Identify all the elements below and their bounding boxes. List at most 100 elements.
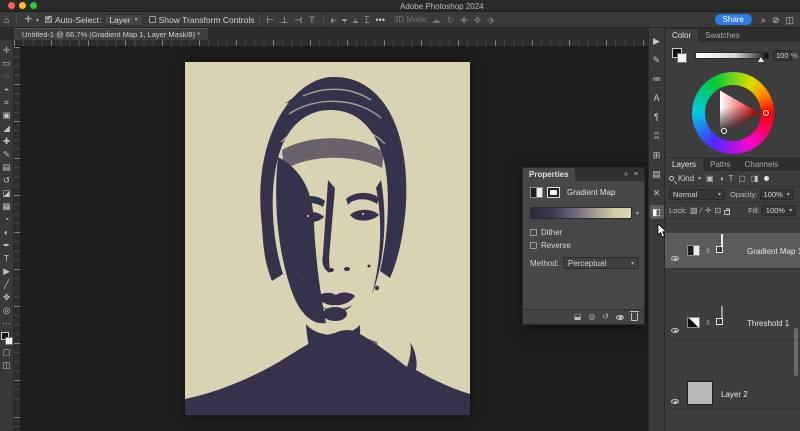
properties-panel-icon[interactable]: ◧ bbox=[649, 205, 664, 219]
object-selection-tool-icon[interactable]: ⌖ bbox=[1, 83, 13, 96]
adjustments-panel-icon[interactable]: ▤ bbox=[650, 167, 664, 181]
lock-all-icon[interactable] bbox=[724, 207, 731, 215]
distribute-center-icon[interactable]: ⫨ bbox=[353, 12, 358, 28]
close-window-button[interactable] bbox=[8, 2, 15, 9]
view-previous-state-icon[interactable]: ◎ bbox=[588, 312, 595, 322]
actions-panel-icon[interactable]: ▶ bbox=[650, 34, 664, 48]
lock-pixels-icon[interactable]: ∕ bbox=[701, 206, 702, 215]
saturation-triangle[interactable] bbox=[705, 85, 761, 141]
layer-mask-thumbnail[interactable]: ▫ bbox=[716, 234, 723, 253]
layer-row-threshold[interactable]: ∞ ▫ Threshold 1 bbox=[665, 305, 800, 341]
lock-transparency-icon[interactable]: ▨ bbox=[690, 206, 698, 215]
layer-mask-thumbnail[interactable]: ▫ bbox=[716, 306, 723, 325]
eraser-tool-icon[interactable]: ◪ bbox=[1, 187, 13, 200]
healing-brush-tool-icon[interactable]: ✚ bbox=[1, 135, 13, 148]
visibility-eye-icon[interactable] bbox=[671, 399, 679, 404]
panel-color-swatches[interactable] bbox=[672, 48, 688, 64]
shape-tool-icon[interactable]: ╱ bbox=[1, 278, 13, 291]
delete-adjustment-icon[interactable] bbox=[630, 311, 639, 321]
layer-visibility-icon[interactable] bbox=[616, 314, 624, 320]
dither-checkbox[interactable] bbox=[530, 229, 537, 236]
dodge-tool-icon[interactable]: ◐ bbox=[1, 226, 13, 239]
glyphs-panel-icon[interactable]: ʭ bbox=[650, 129, 664, 143]
lock-position-icon[interactable]: ✛ bbox=[705, 206, 712, 215]
pen-tool-icon[interactable]: ✒ bbox=[1, 239, 13, 252]
properties-titlebar[interactable]: Properties » ≡ bbox=[523, 168, 644, 181]
hue-ring-marker[interactable] bbox=[763, 110, 769, 116]
brushes-panel-icon[interactable]: ≔ bbox=[650, 72, 664, 86]
visibility-eye-icon[interactable] bbox=[671, 328, 679, 333]
tab-channels[interactable]: Channels bbox=[737, 158, 785, 171]
crop-tool-icon[interactable]: ⌗ bbox=[1, 96, 13, 109]
collapse-panel-icon[interactable]: » ≡ bbox=[624, 171, 644, 178]
screen-mode-icon[interactable]: ◫ bbox=[1, 359, 13, 372]
brush-tool-icon[interactable]: ✎ bbox=[1, 148, 13, 161]
reverse-checkbox[interactable] bbox=[530, 242, 537, 249]
move-tool-preset-icon[interactable]: ✛ ▾ bbox=[24, 11, 39, 29]
document-tab[interactable]: Untitled-1 @ 66.7% (Gradient Map 1, Laye… bbox=[14, 28, 209, 40]
filter-kind-value[interactable]: Kind bbox=[678, 174, 694, 183]
clone-stamp-tool-icon[interactable]: ▤ bbox=[1, 161, 13, 174]
layer-filter-toggle[interactable] bbox=[764, 176, 770, 181]
tab-swatches[interactable]: Swatches bbox=[698, 29, 747, 42]
info-panel-icon[interactable]: ✕ bbox=[650, 186, 664, 200]
tab-layers[interactable]: Layers bbox=[665, 158, 704, 171]
document-canvas[interactable] bbox=[185, 62, 470, 415]
workspace-switcher-icon[interactable]: ◫ bbox=[785, 12, 794, 28]
properties-tab[interactable]: Properties bbox=[523, 168, 575, 181]
opacity-dropdown[interactable]: 100% ▾ bbox=[759, 189, 794, 200]
layer-thumbnail[interactable] bbox=[687, 381, 713, 405]
zoom-tool-icon[interactable]: ◎ bbox=[1, 304, 13, 317]
reset-defaults-icon[interactable]: ↺ bbox=[602, 312, 609, 322]
brightness-slider[interactable] bbox=[695, 52, 769, 62]
frame-tool-icon[interactable]: ▣ bbox=[1, 109, 13, 122]
method-dropdown[interactable]: Perceptual ▾ bbox=[562, 257, 639, 269]
zoom-window-button[interactable] bbox=[30, 2, 37, 9]
tab-paths[interactable]: Paths bbox=[703, 158, 737, 171]
layer-row-layer2[interactable]: Layer 2 bbox=[665, 377, 800, 410]
align-canvas-icon[interactable]: ⌶ bbox=[364, 12, 369, 28]
character-panel-icon[interactable]: A bbox=[650, 91, 664, 105]
filter-type-layers-icon[interactable]: T bbox=[728, 174, 733, 183]
edit-toolbar-icon[interactable]: ⋯ bbox=[1, 317, 13, 330]
distribute-v-icon[interactable]: ⫧ bbox=[342, 12, 347, 28]
filter-smart-objects-icon[interactable]: ◨ bbox=[751, 174, 759, 183]
brush-settings-panel-icon[interactable]: ✎ bbox=[650, 53, 664, 67]
path-selection-tool-icon[interactable]: ▶ bbox=[1, 265, 13, 278]
layer-row-gradient-map[interactable]: ∞ ▫ Gradient Map 1 bbox=[665, 233, 800, 269]
blur-tool-icon[interactable]: ◔ bbox=[1, 213, 13, 226]
search-icon[interactable]: ⌕ bbox=[761, 12, 766, 28]
home-icon[interactable]: ⌂ bbox=[4, 12, 9, 28]
slider-marker[interactable] bbox=[758, 57, 764, 62]
layers-scrollbar[interactable] bbox=[794, 328, 798, 376]
layer-name[interactable]: Layer 2 bbox=[721, 390, 748, 399]
align-right-icon[interactable]: ⊣ bbox=[294, 12, 302, 28]
filter-pixel-layers-icon[interactable]: ▣ bbox=[706, 174, 714, 183]
filter-adjustment-layers-icon[interactable]: ◑ bbox=[719, 174, 724, 183]
lock-artboard-icon[interactable]: ⊡ bbox=[715, 206, 722, 215]
background-color-swatch[interactable] bbox=[677, 53, 687, 63]
clip-to-layer-icon[interactable]: ⬓ bbox=[574, 312, 582, 322]
filter-shape-layers-icon[interactable]: ▢ bbox=[738, 174, 746, 183]
gradient-tool-icon[interactable]: ▦ bbox=[1, 200, 13, 213]
color-swatches-control[interactable] bbox=[0, 332, 13, 346]
more-align-options-icon[interactable]: ••• bbox=[376, 12, 385, 28]
tab-color[interactable]: Color bbox=[665, 29, 699, 42]
align-top-icon[interactable]: ⊤ bbox=[308, 12, 316, 28]
type-tool-icon[interactable]: T bbox=[1, 252, 13, 265]
lasso-tool-icon[interactable]: ◌ bbox=[1, 70, 13, 83]
eyedropper-tool-icon[interactable]: ◢ bbox=[1, 122, 13, 135]
fill-dropdown[interactable]: 100% ▾ bbox=[761, 205, 796, 216]
move-tool-icon[interactable]: ✛ bbox=[1, 44, 13, 57]
auto-select-dropdown[interactable]: Layer ▾ bbox=[104, 13, 143, 26]
gradient-preview[interactable] bbox=[530, 207, 632, 219]
align-center-h-icon[interactable]: ⊥ bbox=[280, 12, 288, 28]
brightness-value[interactable]: 100 bbox=[773, 50, 792, 61]
minimize-window-button[interactable] bbox=[19, 2, 26, 9]
background-color-swatch[interactable] bbox=[4, 337, 13, 345]
share-button[interactable]: Share bbox=[714, 14, 752, 25]
hand-tool-icon[interactable]: ✥ bbox=[1, 291, 13, 304]
show-transform-checkbox[interactable] bbox=[148, 16, 156, 23]
paragraph-panel-icon[interactable]: ¶ bbox=[650, 110, 664, 124]
gradient-map-thumbnail[interactable] bbox=[687, 245, 700, 256]
